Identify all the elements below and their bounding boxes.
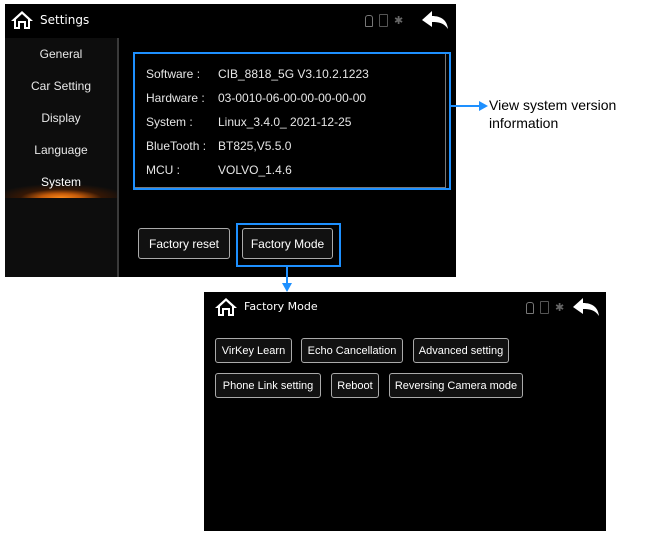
usb-icon [365,14,373,27]
page-title: Factory Mode [244,300,318,313]
virkey-learn-button[interactable]: VirKey Learn [215,338,292,363]
sidebar-item-label: Language [34,143,88,157]
status-icons: ✱ [365,14,403,27]
phone-link-setting-button[interactable]: Phone Link setting [215,373,321,398]
phone-icon [379,14,388,27]
annotation-connector [451,105,481,107]
home-icon[interactable] [214,297,238,317]
reboot-button[interactable]: Reboot [331,373,379,398]
sidebar-item-car-setting[interactable]: Car Setting [5,70,117,102]
arrow-down-icon [282,283,292,292]
sidebar-item-label: Car Setting [30,79,92,93]
factory-mode-screen: Factory Mode ✱ VirKey Learn Echo Cancell… [204,292,606,531]
factory-mode-highlight [236,223,341,267]
factory-reset-button[interactable]: Factory reset [138,228,230,259]
usb-icon [526,301,534,314]
top-bar: Settings ✱ [5,4,456,37]
page-title: Settings [40,13,90,27]
back-arrow-icon[interactable] [421,10,449,30]
home-icon[interactable] [10,10,34,30]
sidebar-item-label: System [40,175,81,189]
annotation-line-1: View system version [489,97,617,113]
back-arrow-icon[interactable] [572,297,600,317]
sidebar-item-language[interactable]: Language [5,134,117,166]
sidebar-divider [117,38,119,277]
annotation-text: View system version information [489,96,616,132]
sidebar: General Car Setting Display Language Sys… [5,38,117,277]
bluetooth-icon: ✱ [394,14,404,27]
echo-cancellation-button[interactable]: Echo Cancellation [301,338,403,363]
sidebar-item-label: General [39,47,83,61]
advanced-setting-button[interactable]: Advanced setting [413,338,509,363]
status-icons: ✱ [526,301,564,314]
bluetooth-icon: ✱ [555,301,565,314]
reversing-camera-mode-button[interactable]: Reversing Camera mode [389,373,523,398]
sidebar-item-label: Display [41,111,81,125]
sidebar-item-general[interactable]: General [5,38,117,70]
phone-icon [540,301,549,314]
system-info-highlight [133,52,451,190]
sidebar-item-display[interactable]: Display [5,102,117,134]
top-bar: Factory Mode ✱ [204,292,606,322]
annotation-line-2: information [489,115,559,131]
arrow-right-icon [479,101,488,111]
sidebar-item-system[interactable]: System [5,166,117,198]
